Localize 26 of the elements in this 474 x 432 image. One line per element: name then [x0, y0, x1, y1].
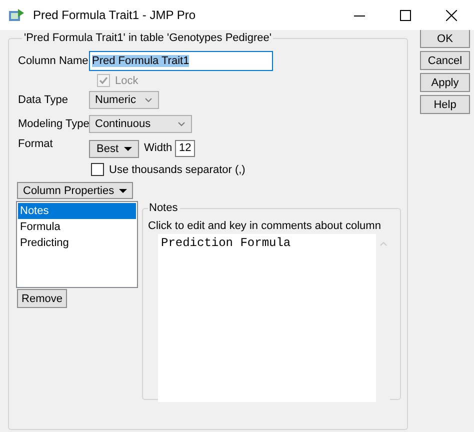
checkbox-label: Lock [115, 74, 138, 86]
field-label: Column Name [18, 55, 89, 67]
data-type-dropdown[interactable]: Numeric [89, 91, 159, 109]
dialog-button[interactable]: Cancel [420, 51, 470, 70]
list-item[interactable]: Notes [18, 203, 136, 219]
column-properties-button[interactable]: Column Properties [17, 182, 134, 199]
dialog-button[interactable]: Help [420, 95, 470, 114]
dialog-button[interactable]: OK [420, 30, 470, 48]
width-field[interactable]: 12 [175, 140, 196, 157]
modeling-type-dropdown[interactable]: Continuous [89, 115, 192, 133]
remove-button[interactable]: Remove [17, 289, 67, 308]
checkbox-label: Use thousands separator (,) [109, 164, 246, 176]
field-label: Modeling Type [18, 118, 89, 130]
dialog-button[interactable]: Apply [420, 73, 470, 92]
format-button[interactable]: Best [89, 140, 139, 158]
window-title: Pred Formula Trait1 - JMP Pro [33, 8, 196, 22]
group-title: 'Pred Formula Trait1' in table 'Genotypes Pedigree' [23, 32, 272, 44]
field-label: Width [144, 142, 172, 154]
column-name-field[interactable]: Pred Formula Trait1 [89, 51, 273, 71]
list-item[interactable]: Predicting [18, 235, 136, 251]
notes-text-area[interactable]: Prediction Formula [158, 234, 390, 402]
notes-title: Notes [148, 202, 179, 214]
field-label: Data Type [18, 94, 69, 106]
list-item[interactable]: Formula [18, 219, 136, 235]
field-label: Format [18, 138, 54, 150]
notes-hint: Click to edit and key in comments about column [148, 220, 382, 232]
